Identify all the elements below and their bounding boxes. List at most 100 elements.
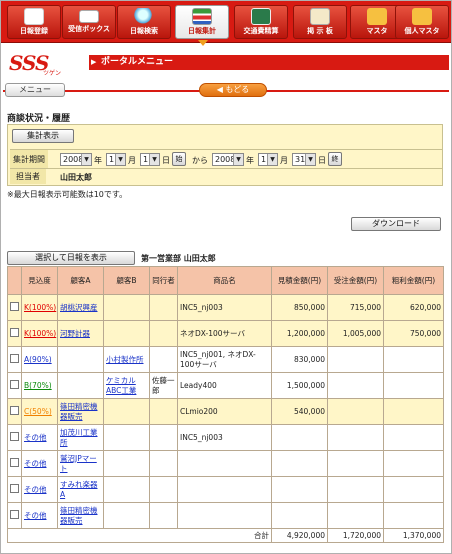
customer-a-cell: 鷲沼JPマート: [57, 450, 104, 477]
companion-cell: [149, 320, 178, 347]
row-select-cell: [7, 398, 22, 425]
chevron-down-icon: ▼: [149, 154, 159, 165]
back-button[interactable]: ◀ もどる: [199, 83, 267, 97]
row-select-cell: [7, 502, 22, 529]
nav-label: 日報登録: [20, 27, 48, 35]
from-year-select[interactable]: 2008 ▼: [60, 153, 92, 166]
nav-report-summary[interactable]: 日報集計: [175, 5, 229, 46]
customer-a-link[interactable]: 鷲沼JPマート: [60, 454, 97, 473]
personal-folder-icon: [412, 8, 432, 25]
probability-link[interactable]: K(100%): [24, 329, 56, 338]
from-text: から: [192, 156, 208, 165]
probability-link[interactable]: その他: [24, 511, 47, 520]
probability-link[interactable]: K(100%): [24, 303, 56, 312]
product-cell: [177, 476, 272, 503]
to-year-select[interactable]: 2008 ▼: [212, 153, 244, 166]
table-row: その他 篠田精密機器販売: [7, 502, 444, 529]
row-checkbox[interactable]: [10, 301, 19, 311]
probability-link[interactable]: B(70%): [24, 381, 52, 390]
row-select-cell: [7, 372, 22, 399]
customer-a-cell: 加茂川工業所: [57, 424, 104, 451]
probability-link[interactable]: A(90%): [24, 355, 52, 364]
companion-cell: [149, 476, 178, 503]
profit-cell: [383, 502, 444, 529]
order-cell: [327, 398, 384, 425]
end-button[interactable]: 終: [328, 152, 342, 166]
inbox-icon: [79, 10, 99, 23]
portal-menu-link[interactable]: ポータルメニュー: [89, 55, 449, 70]
table-row: その他 鷲沼JPマート: [7, 450, 444, 477]
tally-display-button[interactable]: 集計表示: [12, 129, 74, 143]
companion-cell: [149, 502, 178, 529]
probability-link[interactable]: その他: [24, 459, 47, 468]
row-checkbox[interactable]: [10, 457, 19, 467]
from-month-select[interactable]: 1 ▼: [106, 153, 126, 166]
order-cell: [327, 476, 384, 503]
customer-a-link[interactable]: 篠田精密機器販売: [60, 506, 98, 525]
person-label: 担当者: [10, 169, 46, 184]
col-header-companion: 同行者: [149, 266, 178, 295]
customer-b-link[interactable]: 小村製作所: [106, 355, 144, 364]
from-day-select[interactable]: 1 ▼: [140, 153, 160, 166]
profit-cell: [383, 476, 444, 503]
nav-report-entry[interactable]: 日報登録: [7, 5, 61, 39]
start-button[interactable]: 始: [172, 152, 186, 166]
person-name: 山田太郎: [60, 173, 92, 182]
customer-a-link[interactable]: 河野計器: [60, 329, 90, 338]
row-checkbox[interactable]: [10, 379, 19, 389]
nav-report-search[interactable]: 日報検索: [117, 5, 171, 39]
customer-a-cell: 篠田精密機器販売: [57, 398, 104, 425]
row-checkbox[interactable]: [10, 353, 19, 363]
download-button[interactable]: ダウンロード: [351, 217, 441, 231]
menu-button[interactable]: メニュー: [5, 83, 65, 97]
row-checkbox[interactable]: [10, 483, 19, 493]
row-checkbox[interactable]: [10, 327, 19, 337]
nav-label: 個人マスタ: [404, 27, 440, 35]
to-day-select[interactable]: 31 ▼: [292, 153, 316, 166]
board-icon: [310, 8, 330, 25]
customer-a-link[interactable]: 加茂川工業所: [60, 428, 98, 447]
row-checkbox[interactable]: [10, 431, 19, 441]
estimate-cell: 850,000: [271, 294, 328, 321]
order-cell: 1,005,000: [327, 320, 384, 347]
customer-b-link[interactable]: ケミカルABC工業: [106, 376, 136, 395]
customer-a-cell: 河野計器: [57, 320, 104, 347]
estimate-cell: 540,000: [271, 398, 328, 425]
month-suffix: 月: [128, 156, 136, 165]
show-selected-reports-button[interactable]: 選択して日報を表示: [7, 251, 135, 265]
nav-transport[interactable]: 交通費精算: [234, 5, 288, 39]
row-checkbox[interactable]: [10, 405, 19, 415]
probability-link[interactable]: その他: [24, 433, 47, 442]
row-checkbox[interactable]: [10, 509, 19, 519]
report-entry-icon: [24, 8, 44, 25]
customer-b-cell: [103, 476, 150, 503]
customer-a-cell: [57, 346, 104, 373]
nav-board[interactable]: 掲 示 板: [293, 5, 347, 39]
to-month-select[interactable]: 1 ▼: [258, 153, 278, 166]
row-select-cell: [7, 294, 22, 321]
col-header-probability: 見込度: [21, 266, 58, 295]
total-label: 合計: [7, 528, 272, 543]
probability-link[interactable]: その他: [24, 485, 47, 494]
probability-cell: その他: [21, 424, 58, 451]
row-select-cell: [7, 424, 22, 451]
companion-cell: 佐藤一郎: [149, 372, 178, 399]
nav-inbox[interactable]: 受信ボックス: [62, 5, 116, 39]
transport-icon: [251, 8, 271, 25]
order-cell: [327, 450, 384, 477]
page-title: 商談状況・履歴: [7, 114, 71, 124]
customer-a-link[interactable]: すみれ楽器A: [60, 480, 98, 499]
nav-personal-master[interactable]: 個人マスタ: [395, 5, 449, 39]
chevron-down-icon: ▼: [267, 154, 277, 165]
search-icon: [134, 8, 154, 25]
period-row: 集計期間 2008 ▼ 年 1 ▼ 月 1 ▼ 日 始 から 2008 ▼ 年 1 ▼ 月…: [10, 149, 442, 168]
customer-a-link[interactable]: 胡桃沢興産: [60, 303, 98, 312]
probability-link[interactable]: C(50%): [24, 407, 52, 416]
period-label: 集計期間: [10, 150, 48, 168]
customer-a-link[interactable]: 篠田精密機器販売: [60, 402, 98, 421]
customer-b-cell: [103, 450, 150, 477]
customer-a-cell: [57, 372, 104, 399]
nav-label: 日報検索: [130, 27, 158, 35]
probability-cell: その他: [21, 476, 58, 503]
row-select-cell: [7, 476, 22, 503]
